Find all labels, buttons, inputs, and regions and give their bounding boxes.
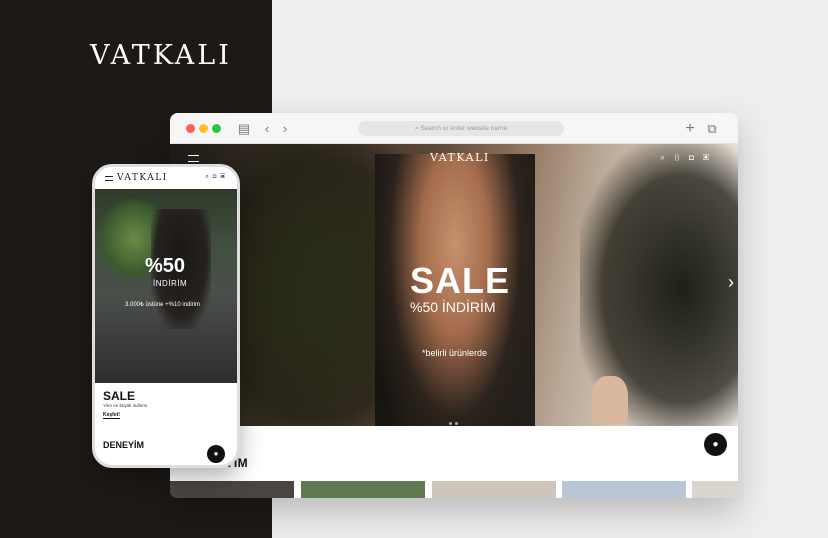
browser-titlebar: ▤ ‹ › ⌕ Search or enter website name + ⧉ bbox=[170, 113, 738, 144]
mobile-phone-mockup: VATKALI ⌕◘▣ %50 İNDİRİM 3.000₺ üstüne +%… bbox=[92, 164, 240, 468]
mobile-sale-subtitle: Yılın en büyük indirimi bbox=[103, 403, 148, 408]
hamburger-menu-icon[interactable] bbox=[105, 176, 113, 181]
address-bar-placeholder: Search or enter website name bbox=[420, 125, 508, 132]
desktop-browser-window: ▤ ‹ › ⌕ Search or enter website name + ⧉… bbox=[170, 113, 738, 498]
search-icon: ⌕ bbox=[414, 125, 419, 132]
hero-banner[interactable]: VATKALI ⌕▯◘▣ SALE %50 İNDİRİM *belirli ü… bbox=[170, 144, 738, 426]
carousel-dots[interactable] bbox=[449, 412, 463, 425]
header-icons: ⌕▯◘▣ bbox=[660, 153, 718, 163]
product-tile-row bbox=[170, 481, 738, 498]
mobile-hero-percent: %50 bbox=[145, 255, 186, 277]
address-bar[interactable]: ⌕ Search or enter website name bbox=[358, 121, 564, 136]
close-window-button[interactable] bbox=[186, 124, 195, 133]
account-icon[interactable]: ▣ bbox=[220, 174, 229, 180]
search-icon[interactable]: ⌕ bbox=[660, 153, 673, 162]
mobile-header-icons: ⌕◘▣ bbox=[205, 174, 229, 181]
minimize-window-button[interactable] bbox=[199, 124, 208, 133]
product-tile[interactable] bbox=[432, 481, 556, 498]
plus-icon[interactable]: + bbox=[682, 121, 698, 137]
bag-icon[interactable]: ◘ bbox=[689, 153, 703, 162]
product-tile[interactable] bbox=[170, 481, 294, 498]
account-icon[interactable]: ▣ bbox=[703, 153, 718, 162]
search-icon[interactable]: ⌕ bbox=[205, 174, 212, 180]
mobile-header: VATKALI ⌕◘▣ bbox=[95, 167, 237, 189]
hero-subtitle: %50 İNDİRİM bbox=[410, 299, 496, 315]
product-tile[interactable] bbox=[301, 481, 425, 498]
chat-icon[interactable]: ● bbox=[704, 433, 727, 456]
mobile-section-title: DENEYİM bbox=[103, 440, 145, 450]
mobile-hero-banner[interactable]: %50 İNDİRİM 3.000₺ üstüne +%10 indirim bbox=[95, 189, 237, 383]
forward-chevron-icon[interactable]: › bbox=[277, 121, 293, 137]
mobile-hero-indirim: İNDİRİM bbox=[153, 279, 188, 288]
mobile-site-logo[interactable]: VATKALI bbox=[117, 173, 168, 183]
product-tile[interactable] bbox=[562, 481, 686, 498]
tabs-icon[interactable]: ⧉ bbox=[704, 121, 720, 137]
hero-title: SALE bbox=[410, 260, 511, 301]
hero-image-statue bbox=[592, 376, 628, 424]
mobile-discover-link[interactable]: Keşfet! bbox=[103, 412, 120, 419]
mobile-sale-title: SALE bbox=[103, 389, 136, 403]
sidebar-icon[interactable]: ▤ bbox=[236, 121, 252, 137]
next-slide-chevron-icon[interactable]: › bbox=[728, 272, 734, 293]
hamburger-menu-icon[interactable] bbox=[188, 155, 199, 162]
hero-note: *belirli ürünlerde bbox=[422, 348, 488, 358]
mobile-hero-extra: 3.000₺ üstüne +%10 indirim bbox=[125, 302, 201, 308]
maximize-window-button[interactable] bbox=[212, 124, 221, 133]
bookmark-icon[interactable]: ▯ bbox=[674, 153, 689, 162]
brand-logo: VATKALI bbox=[90, 40, 232, 71]
chat-icon[interactable]: ● bbox=[207, 445, 225, 463]
product-tile[interactable] bbox=[692, 481, 738, 498]
back-chevron-icon[interactable]: ‹ bbox=[259, 121, 275, 137]
site-logo[interactable]: VATKALI bbox=[430, 151, 490, 164]
